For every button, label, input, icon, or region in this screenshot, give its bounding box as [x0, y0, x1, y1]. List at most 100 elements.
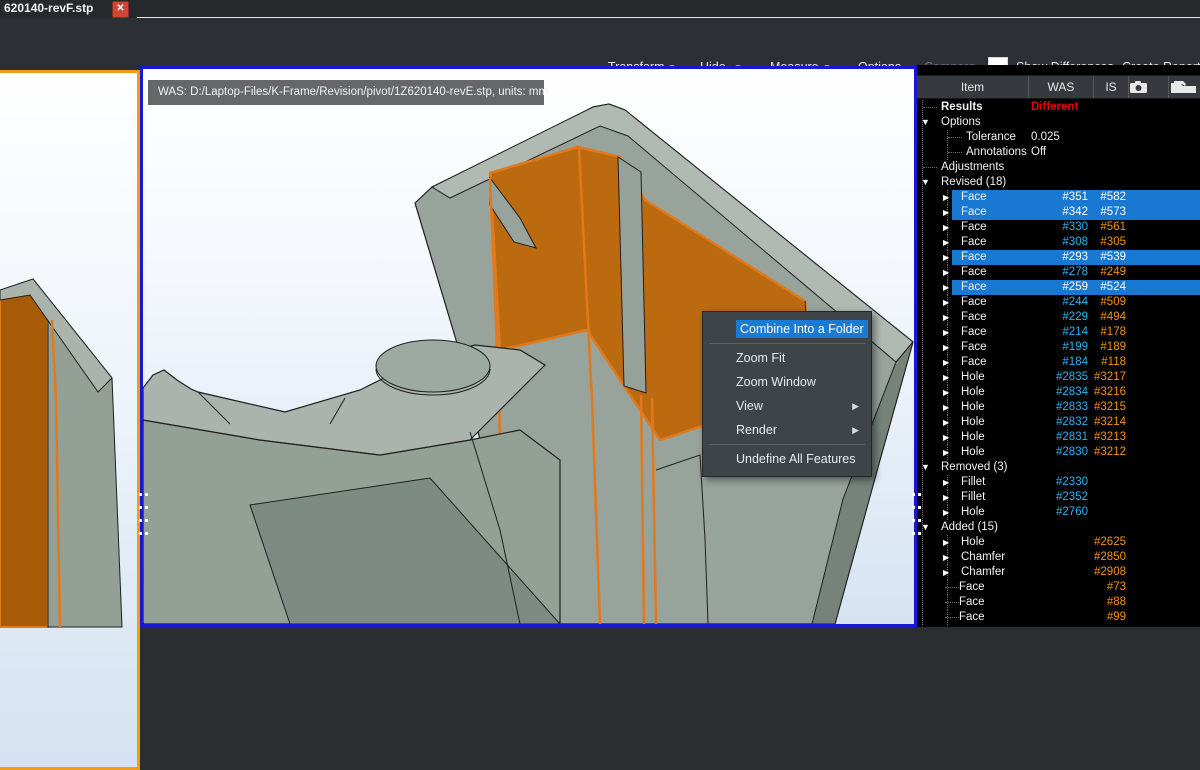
tree-row-hole[interactable]: ▶Hole#2831#3213 [917, 430, 1200, 445]
tree-row-face[interactable]: ▶Face#259#524 [917, 280, 1200, 295]
tree-item-label: Face [959, 580, 985, 595]
left-splitter-grip[interactable] [139, 493, 149, 539]
left-viewport[interactable] [0, 70, 140, 770]
tree-item-label: Results [941, 100, 983, 115]
tree-row-face[interactable]: ▶Face#244#509 [917, 295, 1200, 310]
grip-dot [918, 532, 921, 535]
menu-item-combine-into-a-folder[interactable]: Combine Into a Folder [703, 317, 871, 341]
menu-item-view[interactable]: View▶ [703, 394, 871, 418]
expand-arrow-icon: ▶ [943, 565, 949, 580]
was-id: #2831 [1025, 430, 1088, 445]
column-header-is[interactable]: IS [1093, 76, 1128, 98]
tree-row-chamfer[interactable]: ▶Chamfer#2908 [917, 565, 1200, 580]
tree-row-results[interactable]: Results Different [917, 100, 1200, 115]
tree-row-hole[interactable]: ▶Hole#2832#3214 [917, 415, 1200, 430]
tree-item-label: Face [961, 250, 987, 265]
tree-row-face[interactable]: ▶Face#308#305 [917, 235, 1200, 250]
tree-item-label: Face [961, 235, 987, 250]
expand-arrow-icon: ▶ [943, 445, 949, 460]
tree-row-fillet[interactable]: ▶ Fillet #2330 [917, 475, 1200, 490]
expand-arrow-icon: ▶ [943, 490, 949, 505]
camera-icon[interactable] [1128, 76, 1168, 98]
tree-connector [945, 617, 959, 618]
tree-item-label: Fillet [961, 475, 985, 490]
tree-item-label: Face [961, 220, 987, 235]
tree-row-annotations[interactable]: AnnotationsOff [917, 145, 1200, 160]
tree-item-label: Face [961, 295, 987, 310]
is-id: #561 [1090, 220, 1126, 235]
cad-model-left-fragment [0, 73, 137, 667]
was-id: #244 [1025, 295, 1088, 310]
column-header-was[interactable]: WAS [1028, 76, 1093, 98]
tree-row-removed-3-[interactable]: ▼Removed (3) [917, 460, 1200, 475]
tree-connector [923, 107, 937, 108]
tree-row-face[interactable]: ▶Face#351#582 [917, 190, 1200, 205]
menu-item-undefine-all-features[interactable]: Undefine All Features [703, 447, 871, 471]
was-id: #2830 [1025, 445, 1088, 460]
tree-item-label: Face [961, 310, 987, 325]
toolbar: Transform ▼ Hide ▼ Measure ▼ Options Com… [0, 18, 1200, 66]
tree-item-label: Face [961, 340, 987, 355]
column-header-item[interactable]: Item [917, 76, 1028, 98]
tree-row-face[interactable]: ▶Face#199#189 [917, 340, 1200, 355]
close-icon[interactable]: ✕ [112, 1, 129, 18]
tree-row-face[interactable]: ▶Face#330#561 [917, 220, 1200, 235]
tree-row-face[interactable]: Face#73 [917, 580, 1200, 595]
was-id: #214 [1025, 325, 1088, 340]
tree-row-face[interactable]: ▶Face#293#539 [917, 250, 1200, 265]
tree-row-face[interactable]: Face#88 [917, 595, 1200, 610]
was-id: #2330 [1025, 475, 1088, 490]
expand-arrow-icon: ▶ [943, 370, 949, 385]
tree-row-hole[interactable]: ▶Hole#2760 [917, 505, 1200, 520]
menu-item-zoom-window[interactable]: Zoom Window [703, 370, 871, 394]
tree-row-tolerance[interactable]: Tolerance0.025 [917, 130, 1200, 145]
is-id: #3213 [1090, 430, 1126, 445]
is-id: #582 [1090, 190, 1126, 205]
tree-item-label: Face [961, 205, 987, 220]
tree-row-face[interactable]: ▶Face#278#249 [917, 265, 1200, 280]
tree-item-label: Face [961, 325, 987, 340]
was-id: #184 [1025, 355, 1088, 370]
menu-item-zoom-fit[interactable]: Zoom Fit [703, 346, 871, 370]
tree-row-face[interactable]: ▶Face#214#178 [917, 325, 1200, 340]
was-id: #278 [1025, 265, 1088, 280]
expand-arrow-icon: ▶ [943, 415, 949, 430]
tree-row-face[interactable]: ▶Face#229#494 [917, 310, 1200, 325]
tree-row-hole[interactable]: ▶Hole#2835#3217 [917, 370, 1200, 385]
expand-arrow-icon: ▶ [943, 310, 949, 325]
tree-row-face[interactable]: ▶Face#184#118 [917, 355, 1200, 370]
grip-dot [912, 506, 915, 509]
is-id: #189 [1090, 340, 1126, 355]
tree-row-added-15-[interactable]: ▼Added (15) [917, 520, 1200, 535]
was-id: #2832 [1025, 415, 1088, 430]
folder-icon[interactable] [1168, 76, 1200, 98]
context-menu: Combine Into a Folder Zoom FitZoom Window… [702, 311, 872, 477]
expand-arrow-icon: ▶ [943, 475, 949, 490]
tree-row-hole[interactable]: ▶Hole#2834#3216 [917, 385, 1200, 400]
tree-row-options[interactable]: ▼Options [917, 115, 1200, 130]
menu-item-render[interactable]: Render▶ [703, 418, 871, 442]
tree-row-face[interactable]: ▶Face#342#573 [917, 205, 1200, 220]
tree-item-label: Face [961, 265, 987, 280]
was-id: #2760 [1025, 505, 1088, 520]
tree-row-fillet[interactable]: ▶Fillet#2352 [917, 490, 1200, 505]
tree-row-face[interactable]: Face#99 [917, 610, 1200, 625]
right-splitter-grip[interactable] [912, 493, 922, 539]
tree-row-revised-18-[interactable]: ▼Revised (18) [917, 175, 1200, 190]
tree-row-adjustments[interactable]: Adjustments [917, 160, 1200, 175]
tree-item-label: Hole [961, 385, 985, 400]
tree-item-value: Different [1031, 100, 1078, 115]
tree-row-hole[interactable]: ▶Hole#2625 [917, 535, 1200, 550]
is-id: #573 [1090, 205, 1126, 220]
was-id: #308 [1025, 235, 1088, 250]
was-id: #330 [1025, 220, 1088, 235]
expand-arrow-icon: ▶ [943, 295, 949, 310]
tree-row-hole[interactable]: ▶Hole#2833#3215 [917, 400, 1200, 415]
tree-row-hole[interactable]: ▶Hole#2830#3212 [917, 445, 1200, 460]
tree-row-chamfer[interactable]: ▶Chamfer#2850 [917, 550, 1200, 565]
expand-arrow-icon: ▶ [943, 235, 949, 250]
document-tab[interactable]: 620140-revF.stp [4, 1, 93, 15]
expand-arrow-icon: ▶ [943, 535, 949, 550]
was-id: #199 [1025, 340, 1088, 355]
grip-dot [139, 532, 142, 535]
